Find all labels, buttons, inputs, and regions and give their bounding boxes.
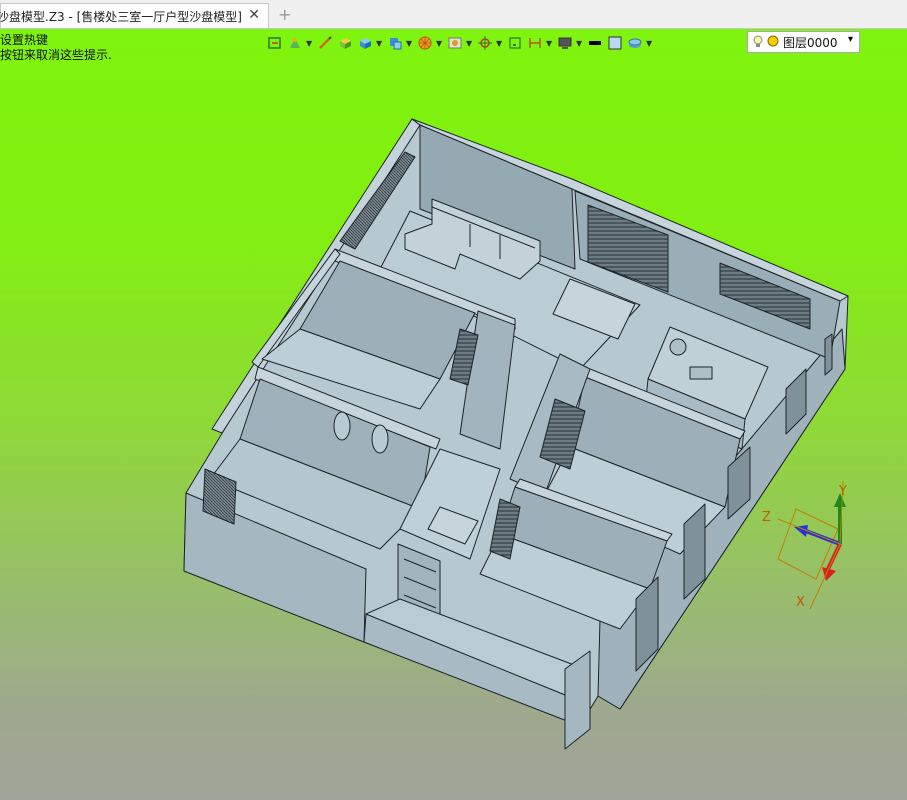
- add-tab-button[interactable]: +: [278, 5, 291, 24]
- document-tab[interactable]: 沙盘模型.Z3 - [售楼处三室一厅户型沙盘模型] ✕: [0, 3, 269, 28]
- balcony-rail: [564, 650, 591, 750]
- z-label: Z: [762, 510, 771, 525]
- 3d-viewport[interactable]: 设置热键 按钮来取消这些提示. ▼ ▼ ▼ ▼ ▼ ▼ ▼ ▼ ▼ 图层0000…: [0, 29, 907, 800]
- tab-bar: 沙盘模型.Z3 - [售楼处三室一厅户型沙盘模型] ✕ +: [0, 0, 907, 29]
- x-guide: [809, 543, 841, 610]
- mirror-2: [371, 424, 389, 454]
- document-tab-title: 沙盘模型.Z3 - [售楼处三室一厅户型沙盘模型]: [0, 9, 242, 24]
- axis-triad[interactable]: Z Y X: [748, 469, 858, 619]
- cooktop: [669, 338, 687, 356]
- x-label: X: [796, 595, 805, 610]
- sink: [689, 366, 713, 380]
- close-icon[interactable]: ✕: [248, 7, 260, 23]
- right-window-1: [824, 333, 833, 376]
- y-label: Y: [838, 484, 847, 499]
- house-model[interactable]: [0, 29, 907, 800]
- z-guide: [777, 518, 841, 545]
- mirror-1: [333, 411, 351, 441]
